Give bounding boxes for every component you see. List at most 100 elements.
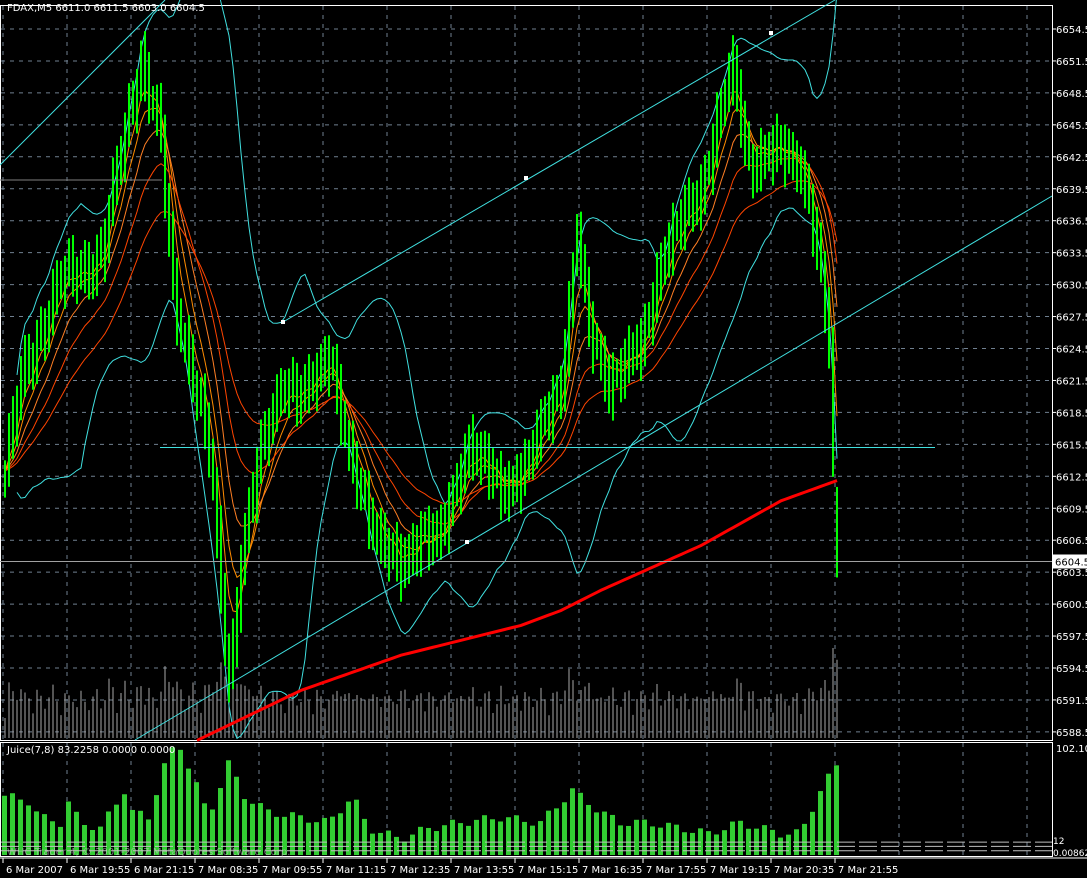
y-tick-label: 6621.5 — [1056, 376, 1087, 387]
juice-bar — [546, 810, 551, 855]
anchor-point — [524, 176, 528, 180]
juice-bar — [786, 834, 791, 855]
anchor-point — [281, 320, 285, 324]
juice-bar — [234, 776, 239, 855]
x-tick-label: 7 Mar 20:35 — [774, 865, 834, 876]
juice-bar — [642, 819, 647, 855]
x-tick-label: 7 Mar 19:15 — [710, 865, 770, 876]
juice-bar — [482, 815, 487, 855]
y-tick-label: 6639.5 — [1056, 185, 1087, 196]
juice-bar — [634, 819, 639, 855]
y-tick-label: 6615.5 — [1056, 440, 1087, 451]
juice-bottom-label: 0.008621 — [1053, 849, 1087, 859]
juice-bar — [434, 831, 439, 855]
bollinger-lower — [16, 207, 838, 740]
x-tick-label: 7 Mar 21:55 — [838, 865, 898, 876]
x-tick-label: 7 Mar 16:35 — [582, 865, 642, 876]
x-tick-label: 7 Mar 08:35 — [198, 865, 258, 876]
juice-bar — [322, 817, 327, 855]
juice-bar — [578, 792, 583, 855]
juice-bar — [362, 818, 367, 855]
juice-bar — [330, 816, 335, 855]
y-tick-label: 6642.5 — [1056, 153, 1087, 164]
juice-bar — [194, 782, 199, 855]
main-pane-frame — [0, 5, 1053, 741]
y-tick-label: 6594.5 — [1056, 664, 1087, 675]
x-tick-label: 7 Mar 12:35 — [390, 865, 450, 876]
juice-bar — [538, 821, 543, 855]
watermark: WHC Trader 4, © 2001-2007 MetaQuotes Sof… — [7, 847, 291, 858]
ema-34 — [4, 180, 838, 505]
channel-lower-line — [134, 195, 1053, 741]
x-tick-label: 6 Mar 2007 — [6, 865, 63, 876]
juice-bar — [722, 830, 727, 855]
y-tick-label: 6618.5 — [1056, 408, 1087, 419]
juice-bar — [570, 788, 575, 855]
x-tick-label: 6 Mar 21:15 — [134, 865, 194, 876]
juice-bar — [610, 814, 615, 855]
x-tick-label: 7 Mar 11:15 — [326, 865, 386, 876]
y-tick-label: 6588.5 — [1056, 728, 1087, 739]
juice-bar — [298, 815, 303, 855]
juice-level-label: 12 — [1053, 837, 1065, 847]
juice-bar — [314, 822, 319, 855]
y-tick-label: 6636.5 — [1056, 217, 1087, 228]
juice-bar — [290, 812, 295, 855]
juice-bar — [602, 811, 607, 855]
x-tick-label: 7 Mar 17:55 — [646, 865, 706, 876]
juice-bar — [162, 763, 167, 855]
indicator-info: Juice(7,8) 83.2258 0.0000 0.0000 — [7, 745, 176, 756]
juice-scale-max: 102.104 — [1056, 744, 1087, 755]
x-tick-label: 6 Mar 19:55 — [70, 865, 130, 876]
y-tick-label: 6654.5 — [1056, 25, 1087, 36]
juice-bar — [178, 749, 183, 855]
y-tick-label: 6648.5 — [1056, 89, 1087, 100]
juice-bar — [586, 804, 591, 855]
juice-bar — [666, 822, 671, 855]
symbol-info: FDAX,M5 6611.0 6611.5 6603.0 6604.5 — [7, 3, 205, 14]
juice-bar — [10, 793, 15, 855]
y-tick-label: 6612.5 — [1056, 472, 1087, 483]
juice-bar — [706, 831, 711, 855]
juice-bar — [554, 808, 559, 855]
juice-bar — [730, 821, 735, 855]
ema-21 — [4, 157, 838, 525]
y-tick-label: 6645.5 — [1056, 121, 1087, 132]
y-tick-label: 6651.5 — [1056, 57, 1087, 68]
juice-bar — [498, 821, 503, 855]
juice-bar — [170, 747, 175, 855]
juice-bar — [562, 802, 567, 855]
juice-bar — [226, 760, 231, 855]
y-tick-label: 6609.5 — [1056, 504, 1087, 515]
current-price-label: 6604.5 — [1055, 558, 1087, 569]
y-tick-label: 6603.5 — [1056, 568, 1087, 579]
x-tick-label: 7 Mar 09:55 — [262, 865, 322, 876]
juice-bar — [514, 815, 519, 855]
juice-bar — [682, 832, 687, 855]
juice-bar — [474, 819, 479, 855]
anchor-point — [769, 31, 773, 35]
x-tick-label: 7 Mar 13:55 — [454, 865, 514, 876]
juice-bar — [506, 817, 511, 855]
juice-bar — [386, 830, 391, 855]
juice-bar — [714, 834, 719, 855]
y-tick-label: 6606.5 — [1056, 536, 1087, 547]
juice-bar — [810, 811, 815, 855]
y-tick-label: 6600.5 — [1056, 600, 1087, 611]
y-tick-label: 6591.5 — [1056, 696, 1087, 707]
juice-bar — [490, 819, 495, 855]
juice-bar — [306, 822, 311, 855]
juice-bar — [690, 832, 695, 855]
juice-bar — [218, 788, 223, 855]
juice-bar — [834, 765, 839, 855]
y-tick-label: 6633.5 — [1056, 249, 1087, 260]
juice-bar — [450, 819, 455, 855]
y-tick-label: 6630.5 — [1056, 281, 1087, 292]
juice-bar — [522, 821, 527, 855]
juice-bar — [594, 812, 599, 855]
y-tick-label: 6627.5 — [1056, 313, 1087, 324]
juice-bar — [346, 801, 351, 855]
juice-bar — [738, 820, 743, 855]
juice-bar — [826, 773, 831, 855]
juice-bar — [378, 832, 383, 855]
